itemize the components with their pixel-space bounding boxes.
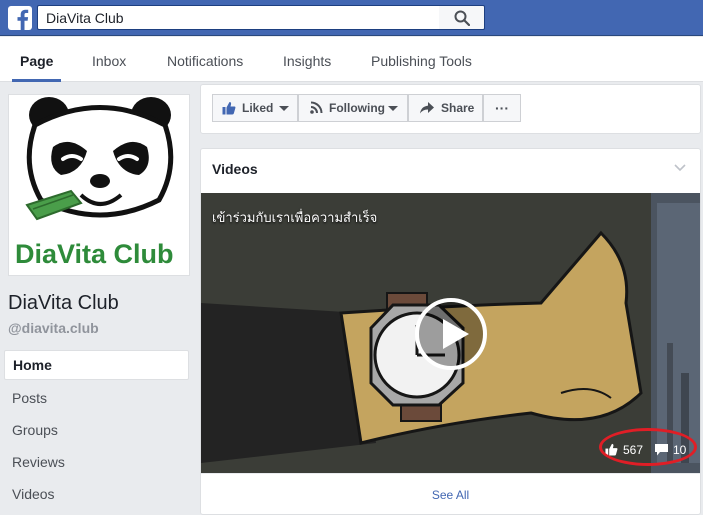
tab-inbox[interactable]: Inbox xyxy=(92,37,126,82)
play-icon xyxy=(443,319,469,349)
tab-notifications[interactable]: Notifications xyxy=(167,37,243,82)
page-sidebar-nav: Home Posts Groups Reviews Videos xyxy=(4,350,189,510)
profile-picture[interactable]: DiaVita Club xyxy=(8,94,190,276)
video-caption: เข้าร่วมกับเราเพื่อความสำเร็จ xyxy=(212,211,378,226)
liked-button[interactable]: Liked xyxy=(212,94,298,122)
sidebar-item-groups[interactable]: Groups xyxy=(4,414,189,446)
sidebar-item-reviews[interactable]: Reviews xyxy=(4,446,189,478)
more-options-button[interactable]: ··· xyxy=(483,94,521,122)
see-all-videos-link[interactable]: See All xyxy=(201,473,700,515)
chevron-down-icon xyxy=(279,106,289,111)
videos-card: Videos เข้าร่วมกับเราเพื่อความสำเร็จ 567… xyxy=(200,148,701,515)
more-options-label: ··· xyxy=(495,100,509,116)
sidebar-item-posts[interactable]: Posts xyxy=(4,382,189,414)
following-button[interactable]: Following xyxy=(298,94,408,122)
video-player[interactable]: เข้าร่วมกับเราเพื่อความสำเร็จ 567 10 xyxy=(201,193,700,473)
play-button[interactable] xyxy=(415,298,487,370)
share-arrow-icon xyxy=(420,102,434,114)
thumbs-up-icon xyxy=(222,102,236,115)
tab-publishing-tools[interactable]: Publishing Tools xyxy=(371,37,472,82)
search-icon xyxy=(454,10,470,26)
rss-icon xyxy=(310,101,323,114)
highlight-annotation-ring xyxy=(599,428,697,466)
page-handle[interactable]: @diavita.club xyxy=(8,320,99,336)
following-label: Following xyxy=(329,101,385,115)
sidebar-item-videos[interactable]: Videos xyxy=(4,478,189,510)
page-tabs-bar: Page Inbox Notifications Insights Publis… xyxy=(0,37,703,82)
logo-wordmark: DiaVita Club xyxy=(15,239,174,269)
top-navigation-bar xyxy=(0,0,703,36)
facebook-logo-icon[interactable] xyxy=(8,6,32,30)
page-name[interactable]: DiaVita Club xyxy=(8,292,119,315)
search-input[interactable] xyxy=(38,6,439,29)
videos-section-title[interactable]: Videos xyxy=(212,161,258,177)
sidebar-item-home[interactable]: Home xyxy=(4,350,189,380)
share-label: Share xyxy=(441,101,475,115)
panda-logo-icon: DiaVita Club xyxy=(15,97,174,269)
share-button[interactable]: Share xyxy=(408,94,483,122)
tab-insights[interactable]: Insights xyxy=(283,37,331,82)
chevron-down-icon[interactable] xyxy=(674,164,686,172)
liked-label: Liked xyxy=(242,101,274,115)
page-action-bar: Liked Following Share ··· xyxy=(200,84,701,134)
search-button[interactable] xyxy=(439,5,485,30)
chevron-down-icon xyxy=(388,106,398,111)
search-field-wrapper xyxy=(37,5,439,30)
tab-page[interactable]: Page xyxy=(12,37,62,82)
